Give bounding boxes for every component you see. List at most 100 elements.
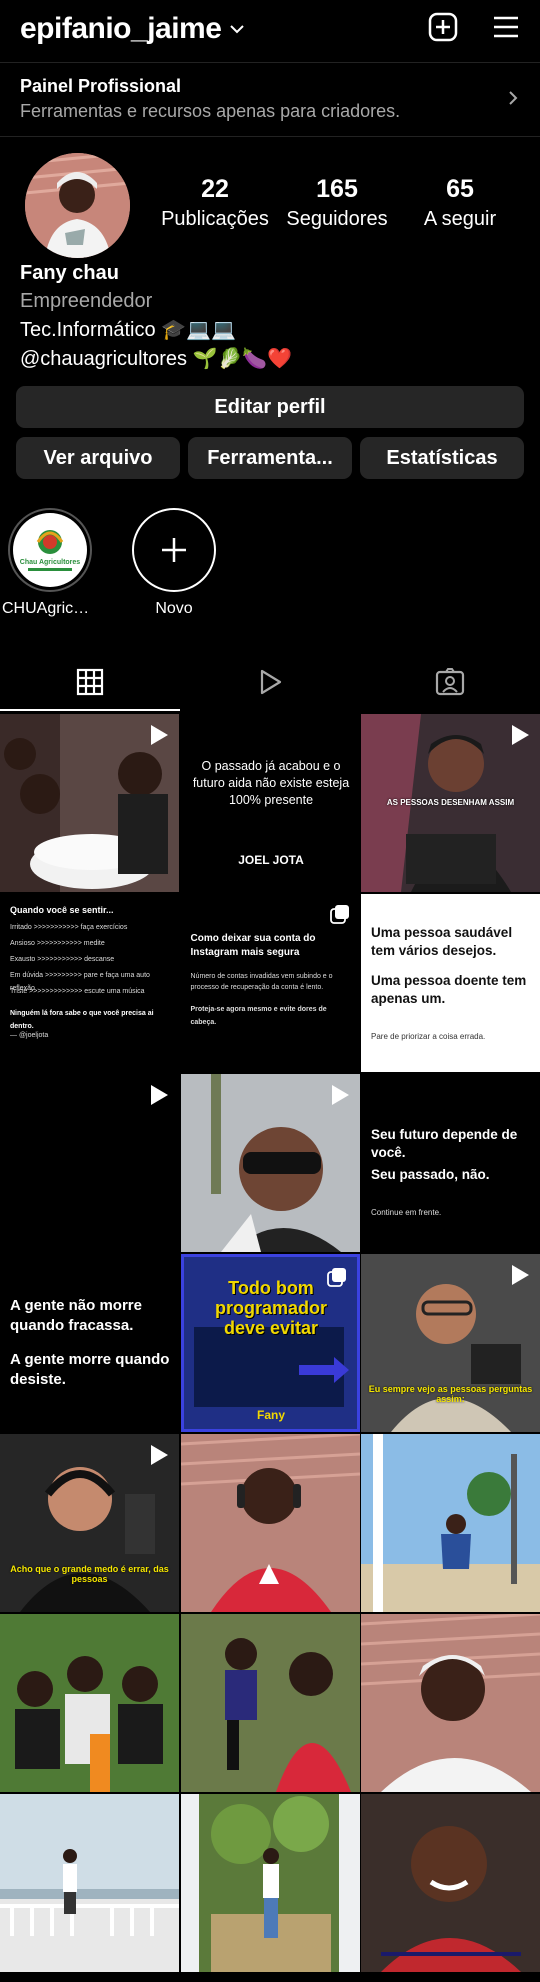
- profile-category: Empreendedor: [20, 290, 153, 312]
- post-thumbnail[interactable]: A gente não morre quando fracassa. A gen…: [0, 1254, 179, 1432]
- post-thumbnail[interactable]: Uma pessoa saudável tem vários desejos. …: [361, 894, 540, 1072]
- highlight-cover: Chau Agricultores: [8, 508, 92, 592]
- post-thumbnail[interactable]: Seu futuro depende de você. Seu passado,…: [361, 1074, 540, 1252]
- reel-icon: [149, 724, 169, 751]
- reel-icon: [149, 1084, 169, 1111]
- chevron-right-icon: [508, 90, 518, 111]
- username[interactable]: epifanio_jaime: [20, 12, 222, 46]
- posts-count: 22: [201, 175, 229, 203]
- following-stat[interactable]: 65 A seguir: [395, 175, 525, 231]
- post-line: Exausto >>>>>>>>>>> descanse: [10, 956, 115, 963]
- post-thumbnail[interactable]: O passado já acabou e o futuro aida não …: [180, 714, 360, 892]
- profile-name: Fany chau: [20, 262, 119, 284]
- plus-square-icon[interactable]: [428, 12, 458, 47]
- carousel-icon: [329, 904, 350, 929]
- post-thumbnail[interactable]: AS PESSOAS DESENHAM ASSIM: [361, 714, 540, 892]
- edit-profile-button[interactable]: Editar perfil: [16, 386, 524, 428]
- post-caption: Acho que o grande medo é errar, das pess…: [10, 1564, 169, 1584]
- followers-count: 165: [316, 175, 358, 203]
- following-label: A seguir: [423, 208, 497, 230]
- followers-stat[interactable]: 165 Seguidores: [272, 175, 402, 231]
- post-footer: Fany: [256, 1408, 285, 1422]
- insights-button[interactable]: Estatísticas: [360, 437, 524, 479]
- divider: [0, 62, 540, 63]
- profile-tabs: [0, 656, 540, 712]
- post-text-small: Continue em frente.: [371, 1208, 442, 1217]
- post-line: Ansioso >>>>>>>>>>> medite: [10, 940, 105, 947]
- tagged-icon: [435, 667, 465, 701]
- post-line: Triste >>>>>>>>>>>>> escute uma música: [10, 988, 145, 995]
- post-thumbnail[interactable]: [0, 1074, 179, 1252]
- view-archive-button[interactable]: Ver arquivo: [16, 437, 180, 479]
- hamburger-menu-icon[interactable]: [492, 15, 520, 44]
- post-line: — @joeljota: [10, 1032, 49, 1039]
- post-thumbnail[interactable]: [0, 714, 179, 892]
- bio-line: Tec.Informático 🎓💻💻: [20, 319, 236, 341]
- post-quote-author: JOEL JOTA: [238, 853, 304, 867]
- post-thumbnail[interactable]: [180, 1614, 360, 1792]
- post-thumbnail[interactable]: [180, 1434, 360, 1612]
- grid-icon: [76, 668, 104, 701]
- reel-icon: [510, 724, 530, 751]
- post-title: Todo bom programador deve evitar: [214, 1278, 328, 1338]
- post-text: Seu passado, não.: [371, 1167, 490, 1182]
- post-text: Uma pessoa doente tem apenas um.: [371, 973, 527, 1007]
- post-thumbnail[interactable]: [361, 1614, 540, 1792]
- highlight-label: CHUAgricult...: [2, 600, 98, 617]
- post-thumbnail[interactable]: [361, 1434, 540, 1612]
- post-thumbnail[interactable]: [180, 1794, 360, 1972]
- reels-icon: [256, 668, 284, 701]
- divider: [0, 136, 540, 137]
- posts-stat[interactable]: 22 Publicações: [150, 175, 280, 231]
- carousel-icon: [326, 1267, 347, 1292]
- following-count: 65: [446, 175, 474, 203]
- professional-dashboard[interactable]: Painel Profissional Ferramentas e recurs…: [0, 64, 540, 134]
- post-thumbnail[interactable]: Como deixar sua conta do Instagram mais …: [180, 894, 360, 1072]
- profile-avatar[interactable]: [25, 153, 130, 258]
- post-text: Uma pessoa saudável tem vários desejos.: [371, 925, 513, 959]
- tab-grid[interactable]: [0, 656, 180, 712]
- post-thumbnail[interactable]: [180, 1074, 360, 1252]
- professional-dashboard-subtitle: Ferramentas e recursos apenas para criad…: [20, 101, 401, 121]
- bio-mention-link[interactable]: @chauagricultores 🌱🥬🍆❤️: [20, 346, 520, 371]
- followers-label: Seguidores: [286, 208, 388, 230]
- post-line: Irritado >>>>>>>>>>> faça exercícios: [10, 924, 128, 931]
- posts-grid: O passado já acabou e o futuro aida não …: [0, 714, 540, 1972]
- reel-icon: [330, 1084, 350, 1111]
- highlight-logo-text: Chau Agricultores: [20, 559, 81, 566]
- post-thumbnail[interactable]: Quando você se sentir... Irritado >>>>>>…: [0, 894, 179, 1072]
- active-tab-indicator: [0, 709, 180, 711]
- post-thumbnail[interactable]: Todo bom programador deve evitar Fany: [180, 1254, 360, 1432]
- professional-dashboard-title: Painel Profissional: [20, 76, 182, 96]
- post-quote-text: O passado já acabou e o futuro aida não …: [192, 759, 350, 807]
- post-text: Seu futuro depende de você.: [371, 1127, 518, 1161]
- post-body: Número de contas invadidas vem subindo e…: [190, 973, 333, 991]
- post-body: Proteja-se agora mesmo e evite dores de …: [190, 1006, 327, 1026]
- post-caption: AS PESSOAS DESENHAM ASSIM: [386, 798, 515, 807]
- post-thumbnail[interactable]: [0, 1614, 179, 1792]
- new-highlight-button[interactable]: Novo: [126, 508, 222, 618]
- post-title: Como deixar sua conta do Instagram mais …: [190, 933, 316, 958]
- post-thumbnail[interactable]: [361, 1794, 540, 1972]
- post-thumbnail[interactable]: Acho que o grande medo é errar, das pess…: [0, 1434, 179, 1612]
- reel-icon: [510, 1264, 530, 1291]
- tools-button[interactable]: Ferramenta...: [188, 437, 352, 479]
- profile-bio: Fany chau Empreendedor Tec.Informático 🎓…: [20, 262, 520, 371]
- chevron-down-icon[interactable]: [229, 22, 245, 40]
- posts-label: Publicações: [161, 208, 269, 230]
- post-thumbnail[interactable]: Eu sempre vejo as pessoas perguntas assi…: [361, 1254, 540, 1432]
- profile-stats: 22 Publicações 165 Seguidores 65 A segui…: [150, 175, 540, 245]
- post-text: A gente não morre quando fracassa.: [10, 1297, 142, 1335]
- tab-reels[interactable]: [180, 656, 360, 712]
- tab-tagged[interactable]: [360, 656, 540, 712]
- new-highlight-label: Novo: [155, 600, 193, 617]
- post-text-small: Pare de priorizar a coisa errada.: [371, 1032, 486, 1041]
- post-caption: Eu sempre vejo as pessoas perguntas assi…: [368, 1384, 533, 1404]
- plus-icon: [132, 508, 216, 592]
- post-title: Quando você se sentir...: [10, 905, 114, 915]
- post-text: A gente morre quando desiste.: [10, 1351, 170, 1389]
- top-bar: epifanio_jaime: [0, 0, 540, 58]
- reel-icon: [149, 1444, 169, 1471]
- highlight-chuagricultores[interactable]: Chau Agricultores CHUAgricult...: [2, 508, 98, 618]
- post-thumbnail[interactable]: [0, 1794, 179, 1972]
